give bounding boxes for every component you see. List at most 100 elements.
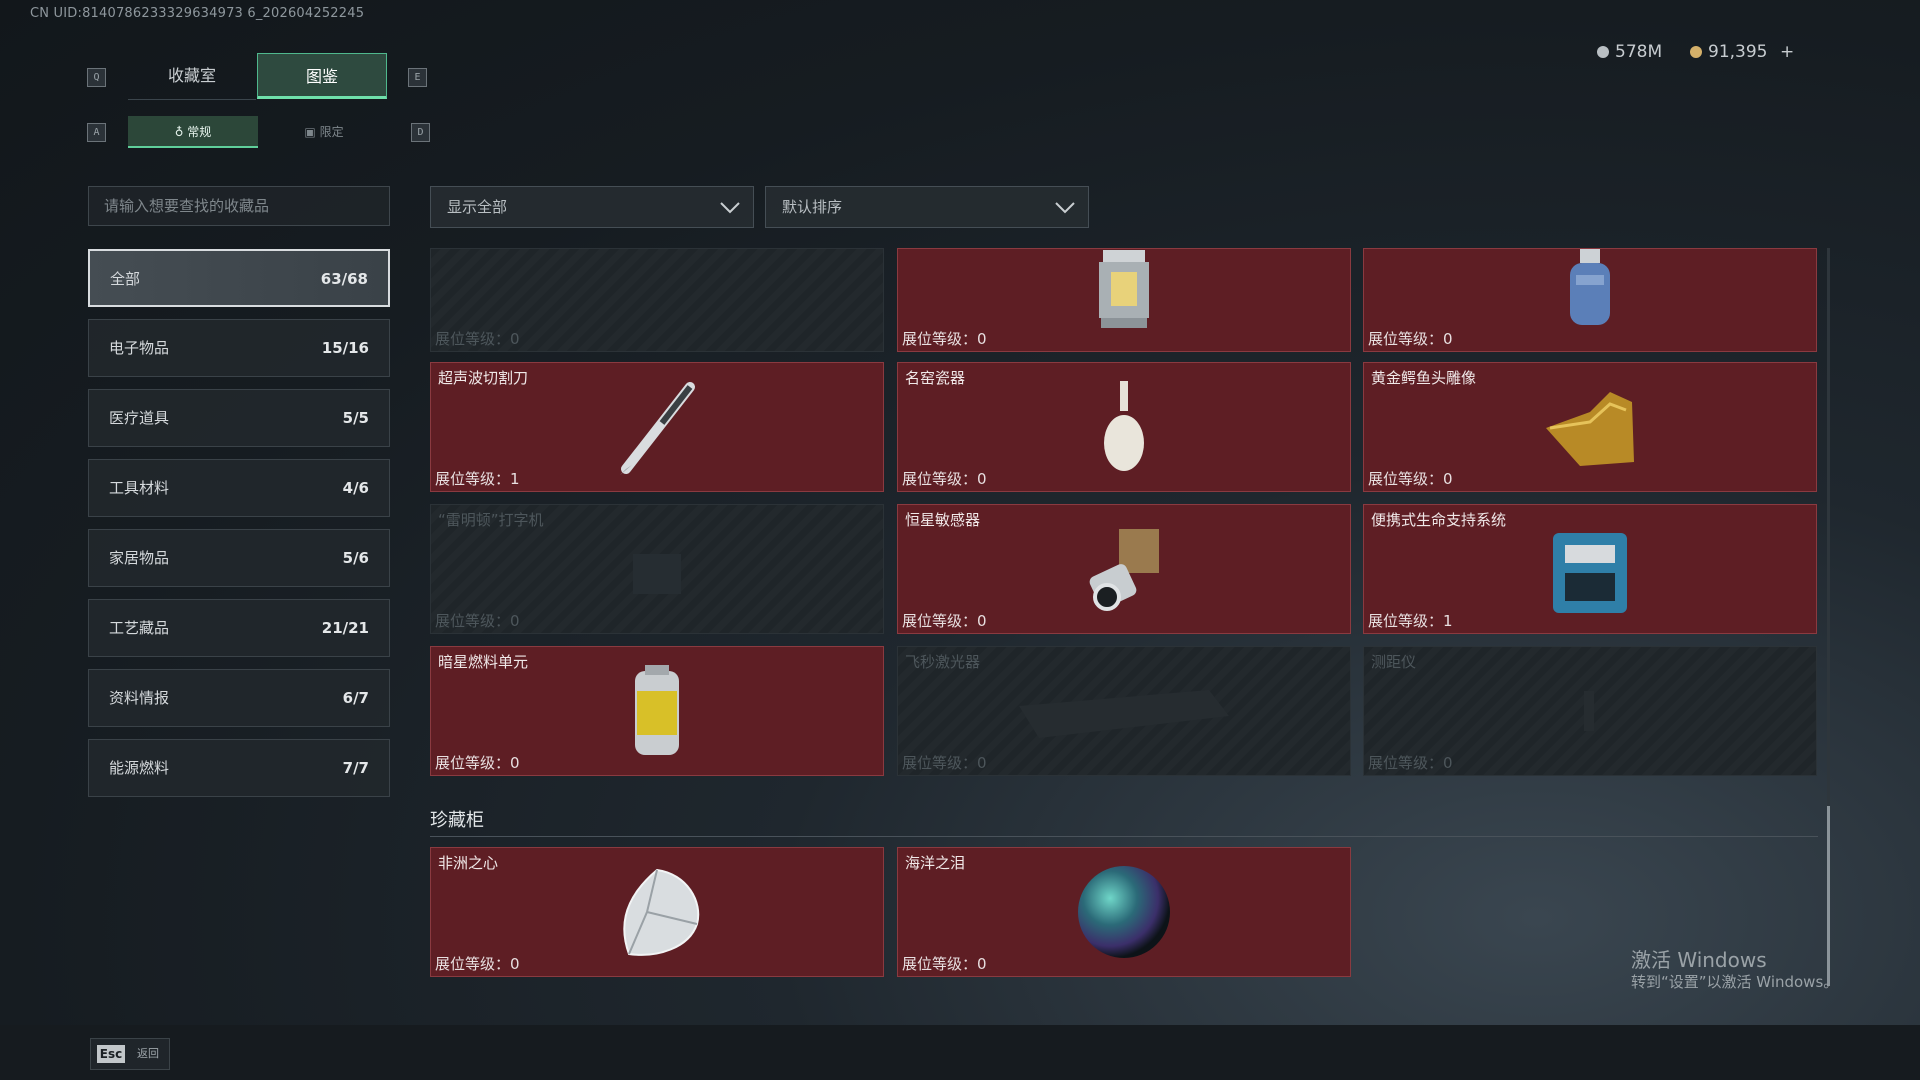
chevron-down-icon [720, 202, 740, 214]
category-name: 电子物品 [109, 339, 170, 357]
limited-icon: ▣ [304, 125, 320, 139]
category-energy[interactable]: 能源燃料 7/7 [88, 739, 390, 797]
category-name: 全部 [110, 270, 141, 288]
item-card[interactable]: 测距仪 展位等级：0 [1363, 646, 1817, 776]
item-card[interactable]: 恒星敏感器 展位等级：0 [897, 504, 1351, 634]
item-level: 展位等级：0 [1368, 754, 1453, 772]
category-crafts[interactable]: 工艺藏品 21/21 [88, 599, 390, 657]
item-card[interactable]: 便携式生命支持系统 展位等级：1 [1363, 504, 1817, 634]
category-count: 6/7 [342, 689, 369, 707]
category-household[interactable]: 家居物品 5/6 [88, 529, 390, 587]
item-name: 超声波切割刀 [438, 369, 529, 387]
item-level: 展位等级：0 [902, 470, 987, 488]
item-level: 展位等级：0 [1368, 330, 1453, 348]
item-card[interactable]: 海洋之泪 展位等级：0 [897, 847, 1351, 977]
key-hint-d: D [411, 123, 430, 142]
item-card[interactable]: 展位等级：0 [897, 248, 1351, 352]
search-input[interactable]: 请输入想要查找的收藏品 [88, 186, 390, 226]
tab-codex[interactable]: 图鉴 [257, 53, 387, 99]
category-count: 5/6 [342, 549, 369, 567]
diamond-icon [623, 868, 700, 956]
category-name: 工具材料 [109, 479, 170, 497]
typewriter-icon [633, 554, 681, 594]
item-card[interactable]: 暗星燃料单元 展位等级：0 [430, 646, 884, 776]
item-card[interactable]: 超声波切割刀 展位等级：1 [430, 362, 884, 492]
regular-icon: ♁ [174, 125, 188, 139]
filter-dropdown-label: 显示全部 [447, 198, 508, 216]
lantern-icon [1099, 249, 1149, 328]
item-card[interactable]: 名窑瓷器 展位等级：0 [897, 362, 1351, 492]
category-all[interactable]: 全部 63/68 [88, 249, 390, 307]
life-support-icon [1553, 533, 1627, 613]
category-name: 资料情报 [109, 689, 170, 707]
silver-currency: 578M [1597, 42, 1662, 62]
item-card[interactable]: 飞秒激光器 展位等级：0 [897, 646, 1351, 776]
item-name: 海洋之泪 [905, 854, 966, 872]
item-level: 展位等级：0 [435, 955, 520, 973]
key-hint-e: E [408, 68, 427, 87]
item-level: 展位等级：0 [902, 955, 987, 973]
item-card[interactable]: “雷明顿”打字机 展位等级：0 [430, 504, 884, 634]
category-medical[interactable]: 医疗道具 5/5 [88, 389, 390, 447]
item-level: 展位等级：1 [1368, 612, 1453, 630]
gold-amount: 91,395 [1708, 42, 1768, 62]
player-uid: CN UID:8140786233329634973 6_20260425224… [30, 6, 365, 21]
item-level: 展位等级：0 [435, 330, 520, 348]
scrollbar-thumb[interactable] [1827, 806, 1830, 986]
item-name: 测距仪 [1371, 653, 1417, 671]
sort-dropdown[interactable]: 默认排序 [765, 186, 1089, 228]
item-name: 恒星敏感器 [905, 511, 981, 529]
category-electronics[interactable]: 电子物品 15/16 [88, 319, 390, 377]
section-divider [430, 836, 1818, 837]
category-intel[interactable]: 资料情报 6/7 [88, 669, 390, 727]
gold-crocodile-icon [1546, 392, 1634, 466]
back-label: 返回 [137, 1047, 159, 1060]
silver-amount: 578M [1615, 42, 1663, 62]
filter-dropdown[interactable]: 显示全部 [430, 186, 754, 228]
item-name: 名窑瓷器 [905, 369, 966, 387]
item-level: 展位等级：0 [435, 754, 520, 772]
category-name: 工艺藏品 [109, 619, 170, 637]
item-name: 黄金鳄鱼头雕像 [1371, 369, 1477, 387]
category-tools[interactable]: 工具材料 4/6 [88, 459, 390, 517]
star-sensor-icon [1089, 529, 1159, 611]
gold-currency: 91,395 [1690, 42, 1767, 62]
gas-canister-icon [1570, 249, 1610, 325]
subtab-regular[interactable]: ♁ 常规 [128, 116, 258, 148]
item-card[interactable]: 非洲之心 展位等级：0 [430, 847, 884, 977]
item-level: 展位等级：0 [902, 612, 987, 630]
item-name: “雷明顿”打字机 [438, 511, 544, 529]
category-count: 63/68 [320, 270, 368, 288]
item-name: 暗星燃料单元 [438, 653, 529, 671]
windows-activation-title: 激活 Windows [1631, 948, 1767, 972]
item-name: 飞秒激光器 [905, 653, 981, 671]
sort-dropdown-label: 默认排序 [782, 198, 843, 216]
item-name: 非洲之心 [438, 854, 499, 872]
add-currency-button[interactable]: + [1780, 42, 1794, 62]
category-count: 15/16 [321, 339, 369, 357]
item-card[interactable]: 黄金鳄鱼头雕像 展位等级：0 [1363, 362, 1817, 492]
back-button[interactable]: Esc 返回 [90, 1038, 170, 1070]
tab-collection-room[interactable]: 收藏室 [128, 53, 256, 100]
section-title: 珍藏柜 [430, 810, 484, 831]
item-name: 便携式生命支持系统 [1371, 511, 1507, 529]
item-level: 展位等级：0 [902, 330, 987, 348]
category-count: 21/21 [321, 619, 369, 637]
silver-coin-icon [1597, 46, 1609, 58]
category-name: 家居物品 [109, 549, 170, 567]
item-card[interactable]: 展位等级：0 [430, 248, 884, 352]
subtab-regular-label: 常规 [187, 125, 212, 139]
key-hint-a: A [87, 123, 106, 142]
item-card[interactable]: 展位等级：0 [1363, 248, 1817, 352]
bottom-bar [0, 1025, 1920, 1080]
esc-key-hint: Esc [97, 1045, 125, 1063]
item-level: 展位等级：0 [435, 612, 520, 630]
category-count: 4/6 [342, 479, 369, 497]
pearl-icon [1078, 866, 1170, 958]
item-level: 展位等级：0 [902, 754, 987, 772]
category-name: 能源燃料 [109, 759, 170, 777]
item-level: 展位等级：1 [435, 470, 520, 488]
subtab-limited-label: 限定 [319, 125, 344, 139]
rangefinder-icon [1584, 691, 1594, 731]
subtab-limited[interactable]: ▣ 限定 [260, 116, 388, 148]
